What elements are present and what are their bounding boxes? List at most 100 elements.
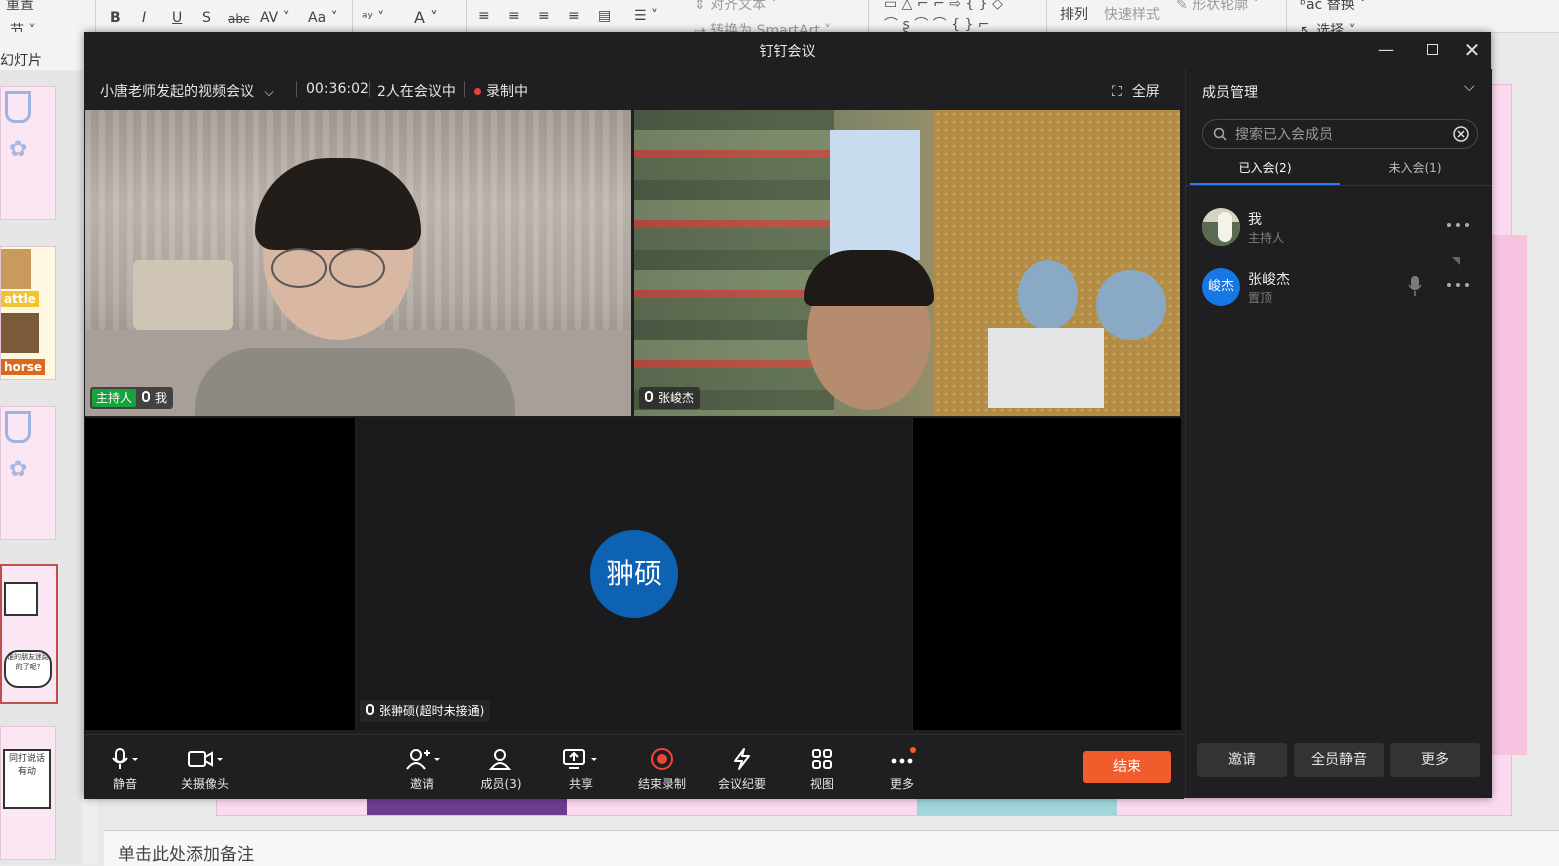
shape-outline-label: 形状轮廓	[1192, 0, 1249, 13]
camera-off-button[interactable]: 关摄像头	[170, 745, 240, 792]
end-meeting-button[interactable]: 结束	[1083, 751, 1171, 783]
members-button[interactable]: 成员(3)	[466, 745, 536, 792]
member-search-field[interactable]	[1202, 119, 1478, 149]
notes-pane[interactable]: 单击此处添加备注	[104, 830, 1559, 866]
quick-styles-button[interactable]: 快速样式	[1104, 4, 1160, 24]
share-button[interactable]: 共享	[546, 745, 616, 792]
member-role: 主持人	[1248, 231, 1285, 245]
active-tab-indicator	[1190, 183, 1340, 185]
underline-button[interactable]: U	[172, 10, 182, 26]
close-button[interactable]: ✕	[1460, 38, 1484, 62]
saw-blade	[1018, 260, 1078, 330]
font-color-button[interactable]: A ˅	[414, 8, 438, 27]
host-badge: 主持人	[92, 389, 137, 407]
meeting-name-dropdown[interactable]: 小唐老师发起的视频会议 ⌵	[100, 81, 274, 101]
shadow-button[interactable]: S	[202, 10, 211, 26]
quick-styles-label: 快速样式	[1104, 7, 1160, 23]
more-button[interactable]: 更多	[867, 745, 937, 792]
shape-outline-button[interactable]: ✎ 形状轮廓 ˅	[1176, 0, 1260, 14]
slide-thumbnail-active[interactable]: 谁的朋友迷路的了呢?	[0, 564, 58, 704]
meeting-duration: 00:36:02	[306, 81, 369, 97]
maximize-icon	[1426, 44, 1438, 55]
store-shelf	[634, 110, 834, 416]
video-label-not-connected: 张翀硕(超时未接通)	[360, 700, 491, 722]
minimize-button[interactable]: —	[1374, 38, 1398, 62]
align-text-label: 对齐文本	[710, 0, 767, 13]
reset-label: 重置	[6, 0, 34, 13]
align-left-icon[interactable]: ≡	[478, 8, 490, 24]
slide-thumbnail[interactable]: 同打说话有动	[0, 726, 56, 860]
meeting-minutes-button[interactable]: 会议纪要	[707, 745, 777, 792]
slide-thumbnail[interactable]: ✿	[0, 406, 56, 540]
members-icon-wrap	[466, 745, 536, 773]
char-spacing-button[interactable]: AV ˅	[260, 10, 290, 26]
member-row[interactable]: 峻杰 张峻杰 置顶	[1186, 257, 1492, 313]
columns-icon[interactable]: ☰ ˅	[634, 8, 658, 24]
clear-icon[interactable]	[1453, 126, 1469, 142]
thumb-tag: horse	[1, 359, 45, 375]
replace-label: 替换	[1326, 0, 1355, 13]
slide-thumbnail[interactable]: ✿	[0, 86, 56, 220]
meeting-window: 钉钉会议 — ✕ 小唐老师发起的视频会议 ⌵ 00:36:02 2人在会议中 录…	[84, 32, 1492, 799]
member-name: 我	[1248, 212, 1262, 228]
mute-button[interactable]: 静音	[90, 745, 160, 792]
video-tile-participant[interactable]: 张峻杰	[634, 110, 1180, 416]
maximize-button[interactable]	[1420, 38, 1444, 62]
reset-button[interactable]: 重置	[6, 0, 34, 14]
more-dots-icon	[891, 747, 916, 764]
view-button[interactable]: 视图	[787, 745, 857, 792]
change-case-button[interactable]: Aa ˅	[308, 10, 338, 26]
meeting-minutes-label: 会议纪要	[717, 777, 766, 791]
person-hair	[804, 250, 934, 306]
add-user-icon	[406, 749, 440, 770]
member-row[interactable]: 我 主持人	[1186, 201, 1492, 253]
divider	[296, 81, 297, 97]
mute-all-button[interactable]: 全员静音	[1294, 743, 1384, 777]
align-text-button[interactable]: ⇕ 对齐文本 ˅	[694, 0, 778, 14]
microphone-icon[interactable]	[1408, 275, 1422, 297]
meeting-toolbar: 静音 关摄像头 邀请 成员(3) 共享 结束录制 会议纪要 视图 更多	[84, 734, 1184, 799]
more-options-icon[interactable]	[1444, 277, 1474, 293]
video-tile-not-connected[interactable]: 翀硕 张翀硕(超时未接通)	[356, 418, 912, 730]
shapes-gallery-row2[interactable]: ⌒ ʂ ⌒ ⌒ { } ⌐	[884, 14, 990, 32]
slide-thumbnail[interactable]: attle horse	[0, 246, 56, 380]
tab-not-joined[interactable]: 未入会(1)	[1340, 159, 1490, 176]
share-label: 共享	[568, 777, 593, 791]
pillow-stack	[133, 260, 233, 330]
member-search-input[interactable]	[1233, 125, 1447, 145]
arrange-label: 排列	[1060, 7, 1088, 23]
strikethrough-button[interactable]: abc	[228, 12, 250, 26]
avatar: 峻杰	[1202, 268, 1240, 306]
invite-button[interactable]: 邀请	[387, 745, 457, 792]
video-tile-host[interactable]: 主持人 我	[85, 110, 631, 416]
ribbon-divider	[868, 0, 869, 32]
mute-label: 静音	[112, 777, 137, 791]
italic-button[interactable]: I	[142, 10, 146, 26]
divider	[464, 81, 465, 97]
camera-off-label: 关摄像头	[180, 777, 229, 791]
align-center-icon[interactable]: ≡	[508, 8, 520, 24]
arrange-button[interactable]: 排列	[1060, 4, 1088, 24]
animal-image	[1, 313, 39, 353]
tab-joined[interactable]: 已入会(2)	[1190, 159, 1340, 176]
stop-recording-button[interactable]: 结束录制	[627, 745, 697, 792]
more-icon-wrap	[867, 745, 937, 773]
bold-button[interactable]: B	[110, 10, 121, 26]
distribute-icon[interactable]: ▤	[598, 8, 611, 24]
member-tabs: 已入会(2) 未入会(1)	[1186, 153, 1492, 186]
shapes-gallery[interactable]: ▭ △ ⌐ ⌐ ⇨ { } ◇	[884, 0, 1003, 12]
replace-button[interactable]: ᵇac 替换 ˅	[1300, 0, 1366, 14]
align-right-icon[interactable]: ≡	[538, 8, 550, 24]
recording-label: 录制中	[486, 84, 528, 100]
collapse-chevron-icon[interactable]: ⌵	[1464, 79, 1475, 95]
fullscreen-button[interactable]: ⛶ 全屏	[1112, 81, 1160, 101]
participant-count: 2人在会议中	[377, 84, 456, 100]
invite-panel-button[interactable]: 邀请	[1197, 743, 1287, 777]
panel-more-button[interactable]: 更多	[1390, 743, 1480, 777]
meeting-info-bar: 小唐老师发起的视频会议 ⌵ 00:36:02 2人在会议中 录制中 ⛶ 全屏	[84, 69, 1184, 109]
justify-icon[interactable]: ≡	[568, 8, 580, 24]
clear-format-button[interactable]: ᵃʸ ˅	[362, 10, 384, 26]
more-options-icon[interactable]	[1444, 217, 1474, 233]
pin-corner-icon	[1452, 257, 1460, 265]
stop-recording-label: 结束录制	[637, 777, 686, 791]
